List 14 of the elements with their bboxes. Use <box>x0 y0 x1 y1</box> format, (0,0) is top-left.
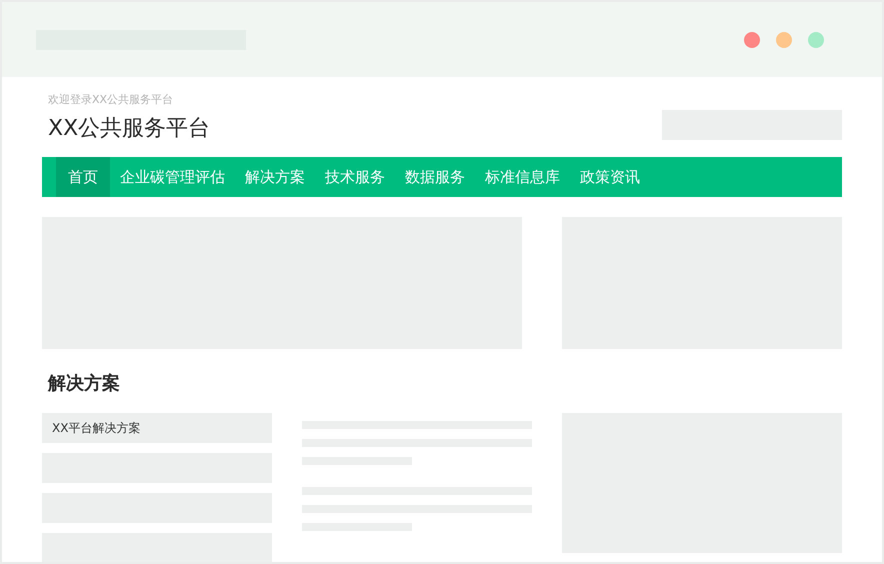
nav-tab[interactable]: 首页 <box>56 157 110 197</box>
close-icon[interactable] <box>744 32 760 48</box>
nav-tab[interactable]: 技术服务 <box>315 157 395 197</box>
nav-tab[interactable]: 标准信息库 <box>475 157 570 197</box>
nav-tab[interactable]: 解决方案 <box>235 157 315 197</box>
section-heading: 解决方案 <box>48 372 121 396</box>
solution-item[interactable]: XX平台解决方案 <box>42 413 272 443</box>
nav-tab[interactable]: 企业碳管理评估 <box>110 157 235 197</box>
maximize-icon[interactable] <box>808 32 824 48</box>
nav-tab[interactable]: 政策资讯 <box>570 157 650 197</box>
welcome-text: 欢迎登录XX公共服务平台 <box>48 93 174 107</box>
site-title: XX公共服务平台 <box>48 115 210 143</box>
nav-tab[interactable]: 数据服务 <box>395 157 475 197</box>
minimize-icon[interactable] <box>776 32 792 48</box>
